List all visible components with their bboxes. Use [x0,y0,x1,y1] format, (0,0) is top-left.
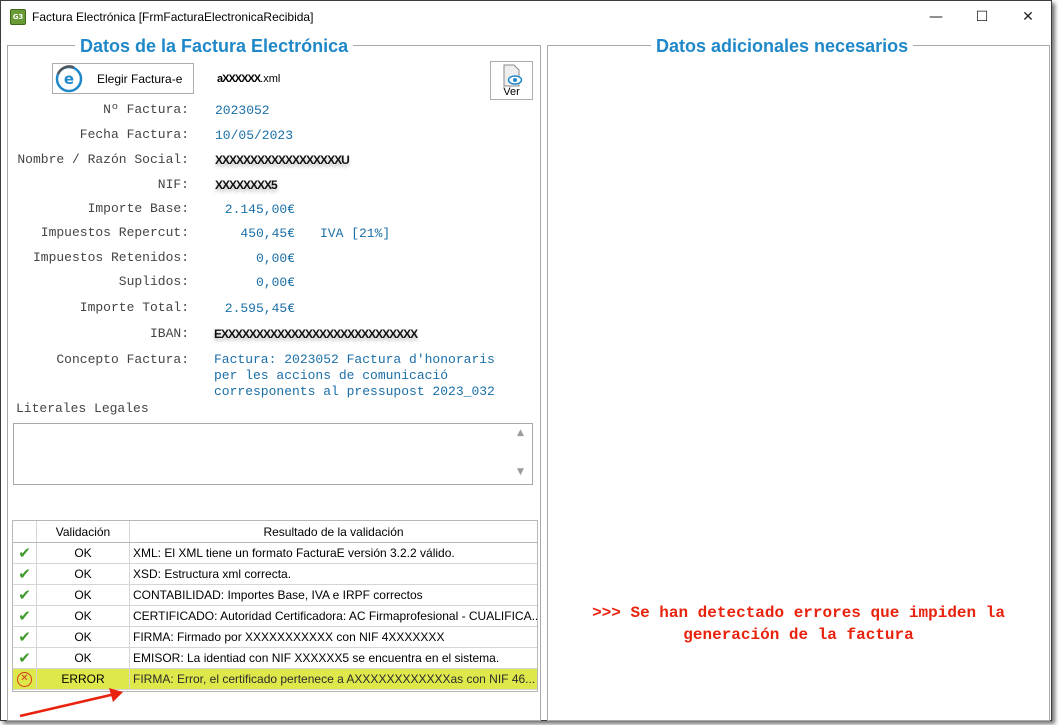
nif-label: NIF: [157,177,189,192]
row-result: FIRMA: Firmado por XXXXXXXXXXX con NIF 4… [133,630,445,644]
choose-invoice-label: Elegir Factura-e [97,71,183,86]
minimize-button[interactable]: — [913,1,959,32]
taxes-charged-label: Impuestos Repercut: [40,225,189,240]
base-amount-label: Importe Base: [87,201,189,216]
view-button-label: Ver [503,86,520,98]
check-icon: ✔ [18,544,31,562]
concept-value: Factura: 2023052 Factura d'honoraris per… [214,352,495,399]
row-result: CONTABILIDAD: Importes Base, IVA e IRPF … [133,588,423,602]
invoice-number-label: Nº Factura: [103,102,189,117]
filename-extension: .xml [260,73,281,85]
vat-rate-value: IVA [21%] [320,226,391,241]
table-row[interactable]: ✔ OK XSD: Estructura xml correcta. [13,564,537,585]
row-result: FIRMA: Error, el certificado pertenece a… [133,672,536,686]
invoice-date-label: Fecha Factura: [79,127,189,142]
title-bar: G3 Factura Electrónica [FrmFacturaElectr… [1,1,1051,32]
app-icon: G3 [10,8,26,25]
row-status: OK [37,606,130,626]
company-name-value: XXXXXXXXXXXXXXXXXXU [215,153,350,167]
filename-redacted: aXXXXXX [217,73,261,85]
company-name-label: Nombre / Razón Social: [17,152,189,167]
table-row[interactable]: ✔ OK XML: El XML tiene un formato Factur… [13,543,537,564]
table-row[interactable]: ✔ OK CONTABILIDAD: Importes Base, IVA e … [13,585,537,606]
invoice-date-value: 10/05/2023 [215,128,294,143]
invoice-data-title: Datos de la Factura Electrónica [75,36,354,56]
row-status: OK [37,648,130,668]
taxes-withheld-label: Impuestos Retenidos: [32,250,189,265]
e-invoice-icon: e [55,64,83,92]
validation-grid: Validación Resultado de la validación ✔ … [12,520,538,692]
table-row[interactable]: ✔ OK CERTIFICADO: Autoridad Certificador… [13,606,537,627]
close-button[interactable]: ✕ [1005,1,1051,32]
annotation-arrow-icon [19,688,123,718]
check-icon: ✔ [18,586,31,604]
main-window: G3 Factura Electrónica [FrmFacturaElectr… [0,0,1052,721]
table-row[interactable]: ✔ OK FIRMA: Firmado por XXXXXXXXXXX con … [13,627,537,648]
supplies-value: 0,00€ [255,275,295,290]
table-row[interactable]: ✔ OK EMISOR: La identiad con NIF XXXXXX5… [13,648,537,669]
nif-value: XXXXXXXX5 [215,178,278,192]
invoice-number-value: 2023052 [215,103,270,118]
document-view-icon [503,64,522,87]
maximize-button[interactable]: ☐ [959,1,1005,32]
row-status: OK [37,564,130,584]
check-icon: ✔ [18,628,31,646]
row-result: XML: El XML tiene un formato FacturaE ve… [133,546,455,560]
error-message-line-2: generación de la factura [683,626,914,644]
row-result: CERTIFICADO: Autoridad Certificadora: AC… [133,609,537,623]
concept-label: Concepto Factura: [56,352,189,367]
svg-text:e: e [64,70,74,88]
supplies-label: Suplidos: [118,274,189,289]
iban-value: EXXXXXXXXXXXXXXXXXXXXXXXXXXXX [214,327,418,341]
iban-label: IBAN: [149,326,189,341]
check-icon: ✔ [18,607,31,625]
row-status: OK [37,627,130,647]
legal-notes-label: Literales Legales [16,401,149,416]
header-icon-cell [13,521,37,542]
check-icon: ✔ [18,565,31,583]
window-controls: — ☐ ✕ [913,1,1051,32]
additional-data-title: Datos adicionales necesarios [651,36,914,56]
header-result[interactable]: Resultado de la validación [130,521,537,542]
header-validation[interactable]: Validación [37,521,130,542]
error-message: >>> Se han detectado errores que impiden… [547,602,1050,646]
taxes-charged-value: 450,45€ [240,226,295,241]
grid-header: Validación Resultado de la validación [13,521,537,543]
legal-notes-textarea[interactable] [13,423,533,485]
base-amount-value: 2.145,00€ [224,202,295,217]
row-status: OK [37,585,130,605]
view-button[interactable]: Ver [490,61,533,100]
selected-filename: aXXXXXX.xml [217,73,280,85]
row-result: XSD: Estructura xml correcta. [133,567,292,581]
taxes-withheld-value: 0,00€ [255,251,295,266]
total-amount-value: 2.595,45€ [224,301,295,316]
row-status: OK [37,543,130,563]
choose-invoice-button[interactable]: e Elegir Factura-e [52,63,194,94]
error-message-line-1: >>> Se han detectado errores que impiden… [592,604,1005,622]
check-icon: ✔ [18,649,31,667]
window-title: Factura Electrónica [FrmFacturaElectroni… [32,9,314,24]
total-amount-label: Importe Total: [79,300,189,315]
row-result: EMISOR: La identiad con NIF XXXXXX5 se e… [133,651,500,665]
